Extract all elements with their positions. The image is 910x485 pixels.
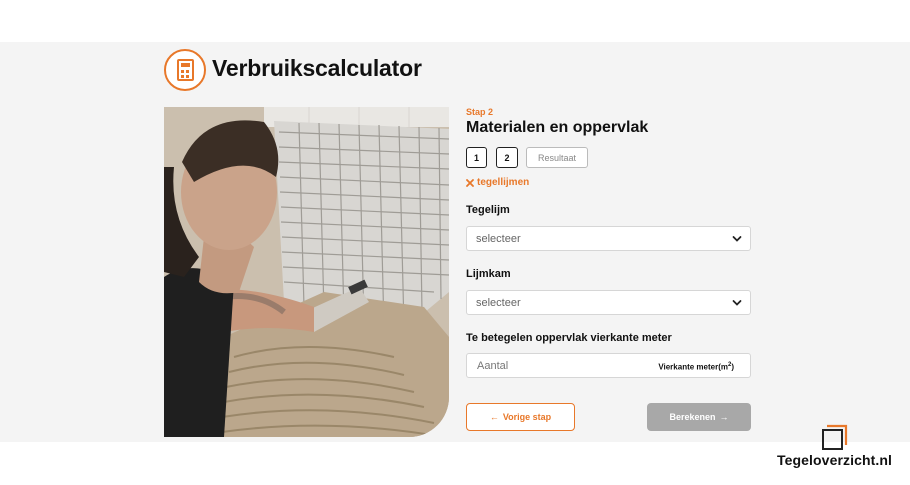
tegellijm-select[interactable]: selecteer [466,226,751,251]
tegeloverzicht-logo-icon [822,424,848,450]
chevron-down-icon [732,236,742,242]
arrow-right-icon: → [719,412,729,422]
step-title: Materialen en oppervlak [466,119,649,136]
oppervlak-label: Te betegelen oppervlak vierkante meter [466,332,672,344]
watermark-text: Tegeloverzicht.nl [777,452,893,468]
step-2-button[interactable]: 2 [496,147,518,168]
lijmkam-select-value: selecteer [476,296,521,309]
unit-label: Vierkante meter(m2) [658,362,734,372]
arrow-left-icon: ← [489,412,499,422]
calculator-icon [164,49,206,91]
calculate-button[interactable]: Berekenen → [647,403,751,431]
step-label: Stap 2 [466,107,494,117]
remove-tegellijmen-link[interactable]: tegellijmen [466,177,529,188]
previous-step-label: Vorige stap [502,412,552,422]
remove-link-label: tegellijmen [477,177,530,188]
step-result-button[interactable]: Resultaat [526,147,588,168]
tegellijm-label: Tegelijm [466,204,510,216]
calculate-label: Berekenen [669,412,716,422]
tegellijm-select-value: selecteer [476,232,521,245]
lijmkam-label: Lijmkam [466,268,511,280]
page-title: Verbruikscalculator [212,55,422,81]
previous-step-button[interactable]: ← Vorige stap [466,403,575,431]
step-1-button[interactable]: 1 [466,147,487,168]
oppervlak-field: Vierkante meter(m2) [466,353,751,378]
lijmkam-select[interactable]: selecteer [466,290,751,315]
oppervlak-input[interactable] [477,358,637,374]
tiler-photo [164,107,449,437]
calculator-panel [0,42,910,442]
close-icon [466,178,474,187]
chevron-down-icon [732,300,742,306]
